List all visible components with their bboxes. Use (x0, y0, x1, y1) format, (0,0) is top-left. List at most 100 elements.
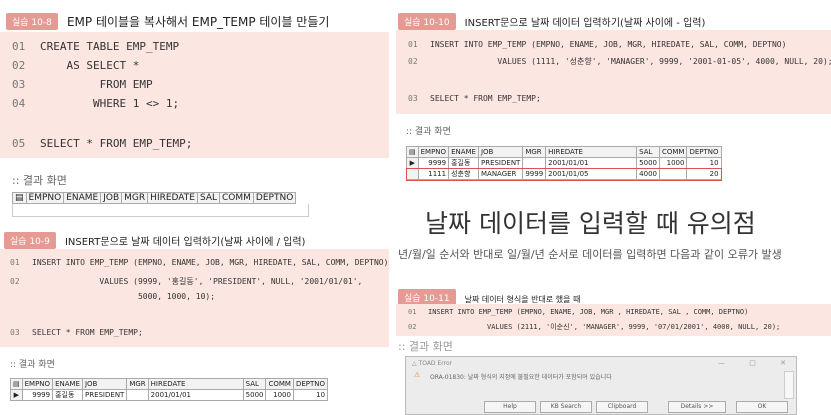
dialog-titlebar: △ TOAD Error (412, 360, 452, 367)
minimize-icon[interactable]: — (718, 359, 725, 367)
table-cell[interactable] (522, 157, 547, 169)
table-cell[interactable]: 5000 (636, 157, 660, 169)
table-cell[interactable]: MANAGER (477, 168, 524, 180)
row-marker-icon (406, 168, 419, 180)
table-cell[interactable]: 홍길동 (52, 389, 83, 401)
column-header[interactable]: MGR (522, 146, 547, 158)
column-header[interactable]: HIREDATE (147, 192, 198, 204)
code-line: 02 VALUES (2111, '이순신', 'MANAGER', 9999,… (408, 323, 781, 331)
table-cell[interactable]: 1000 (658, 157, 688, 169)
grid-header-icon: ▤ (10, 378, 23, 390)
ex9-result-grid: ▤ EMPNO ENAME JOB MGR HIREDATE SAL COMM … (10, 378, 329, 401)
ex8-result-grid: ▤ EMPNO ENAME JOB MGR HIREDATE SAL COMM … (12, 192, 309, 217)
table-cell[interactable]: 1000 (265, 389, 294, 401)
ex10-result-grid: ▤ EMPNO ENAME JOB MGR HIREDATE SAL COMM … (405, 146, 723, 181)
table-cell[interactable]: 5000 (242, 389, 267, 401)
ex9-header: 실습 10-9 INSERT문으로 날짜 데이터 입력하기(날짜 사이에 / 입… (4, 230, 305, 249)
column-header[interactable]: MGR (126, 378, 149, 390)
table-cell[interactable]: 10 (686, 157, 722, 169)
ex8-title: EMP 테이블을 복사해서 EMP_TEMP 테이블 만들기 (66, 15, 330, 29)
code-line: 02 VALUES (1111, '성춘향', 'MANAGER', 9999,… (408, 57, 831, 66)
table-row[interactable]: ▶ 9999 홍길동 PRESIDENT 2001/01/01 5000 100… (406, 157, 722, 169)
column-header[interactable]: COMM (658, 146, 688, 158)
column-header[interactable]: DEPTNO (252, 192, 297, 204)
column-header[interactable]: COMM (265, 378, 294, 390)
code-line: 02 VALUES (9999, '홍길동', 'PRESIDENT', NUL… (10, 277, 363, 286)
column-header[interactable]: COMM (219, 192, 254, 204)
column-header[interactable]: ENAME (448, 146, 479, 158)
empty-grid-area (12, 204, 309, 217)
ex8-code-block: 01 CREATE TABLE EMP_TEMP 02 AS SELECT * 0… (0, 32, 389, 158)
code-line: 5000, 1000, 10); (32, 292, 216, 301)
column-header[interactable]: JOB (81, 378, 128, 390)
column-header[interactable]: ENAME (63, 192, 102, 204)
column-header[interactable]: EMPNO (21, 378, 54, 390)
column-header[interactable]: ENAME (52, 378, 83, 390)
grid-header-icon: ▤ (406, 146, 419, 158)
ex10-badge: 실습 10-10 (398, 13, 456, 30)
code-line: 03 SELECT * FROM EMP_TEMP; (10, 328, 143, 337)
code-line: 01 INSERT INTO EMP_TEMP (EMPNO, ENAME, JO… (10, 258, 389, 267)
row-marker-icon: ▶ (406, 157, 419, 169)
table-cell[interactable] (658, 168, 688, 180)
section-text: 년/월/일 순서와 반대로 일/월/년 순서로 데이터를 입력하면 다음과 같이… (398, 248, 782, 261)
column-header[interactable]: EMPNO (417, 146, 450, 158)
table-cell[interactable]: 9999 (21, 389, 54, 401)
code-line: 03 FROM EMP (12, 78, 153, 91)
table-cell[interactable]: 1111 (417, 168, 450, 180)
ex10-result-label: :: 결과 화면 (406, 127, 451, 137)
help-button[interactable]: Help (484, 401, 536, 413)
dialog-title: TOAD Error (418, 360, 453, 367)
code-line: 01 CREATE TABLE EMP_TEMP (12, 40, 180, 53)
column-header[interactable]: SAL (196, 192, 221, 204)
table-cell[interactable]: PRESIDENT (81, 389, 128, 401)
table-cell[interactable]: 성춘향 (448, 168, 479, 180)
ex8-header: 실습 10-8 EMP 테이블을 복사해서 EMP_TEMP 테이블 만들기 (6, 11, 329, 30)
table-row-highlighted[interactable]: 1111 성춘향 MANAGER 9999 2001/01/05 4000 20 (405, 167, 723, 181)
ex11-result-label: :: 결과 화면 (398, 340, 453, 353)
warning-icon: ⚠ (414, 371, 421, 379)
ex9-badge: 실습 10-9 (4, 232, 56, 249)
ex10-title: INSERT문으로 날짜 데이터 입력하기(날짜 사이에 - 입력) (464, 18, 706, 29)
table-cell[interactable]: PRESIDENT (477, 157, 524, 169)
table-cell[interactable]: 홍길동 (448, 157, 479, 169)
table-cell[interactable]: 9999 (522, 168, 547, 180)
table-cell[interactable]: 9999 (417, 157, 450, 169)
table-row[interactable]: ▶ 9999 홍길동 PRESIDENT 2001/01/01 5000 100… (10, 389, 329, 401)
ex9-result-label: :: 결과 화면 (10, 360, 55, 370)
code-line: 03 SELECT * FROM EMP_TEMP; (408, 94, 541, 103)
toad-error-dialog: △ TOAD Error — □ ✕ ⚠ ORA-01830: 날짜 형식의 지… (405, 356, 797, 415)
ex9-code-block: 01 INSERT INTO EMP_TEMP (EMPNO, ENAME, JO… (0, 249, 389, 347)
kb-search-button[interactable]: KB Search (540, 401, 592, 413)
ex9-title: INSERT문으로 날짜 데이터 입력하기(날짜 사이에 / 입력) (64, 237, 306, 248)
ex10-header: 실습 10-10 INSERT문으로 날짜 데이터 입력하기(날짜 사이에 - … (398, 11, 705, 30)
table-cell[interactable]: 10 (292, 389, 329, 401)
code-line: 04 WHERE 1 <> 1; (12, 97, 180, 110)
clipboard-button[interactable]: Clipboard (596, 401, 648, 413)
ok-button[interactable]: OK (736, 401, 788, 413)
table-cell[interactable]: 4000 (636, 168, 660, 180)
table-cell[interactable]: 2001/01/05 (545, 168, 638, 180)
table-cell[interactable]: 2001/01/01 (545, 157, 638, 169)
column-header[interactable]: DEPTNO (292, 378, 329, 390)
table-cell[interactable]: 2001/01/01 (147, 389, 244, 401)
column-header[interactable]: JOB (477, 146, 524, 158)
column-header[interactable]: SAL (242, 378, 267, 390)
column-header[interactable]: DEPTNO (686, 146, 722, 158)
table-cell[interactable] (126, 389, 149, 401)
code-line: 02 AS SELECT * (12, 59, 140, 72)
column-header[interactable]: HIREDATE (147, 378, 244, 390)
grid-header-icon: ▤ (12, 192, 27, 204)
column-header[interactable]: EMPNO (25, 192, 65, 204)
column-header[interactable]: JOB (100, 192, 123, 204)
message-scrollbar[interactable] (784, 371, 794, 399)
maximize-icon[interactable]: □ (749, 359, 756, 367)
close-icon[interactable]: ✕ (780, 359, 786, 367)
table-cell[interactable]: 20 (686, 168, 722, 180)
column-header[interactable]: HIREDATE (545, 146, 638, 158)
details-button[interactable]: Details >> (668, 401, 726, 413)
column-header[interactable]: SAL (636, 146, 660, 158)
code-line: 01 INSERT INTO EMP_TEMP (EMPNO, ENAME, JO… (408, 308, 749, 316)
ex10-code-block: 01 INSERT INTO EMP_TEMP (EMPNO, ENAME, JO… (396, 30, 831, 114)
column-header[interactable]: MGR (121, 192, 149, 204)
